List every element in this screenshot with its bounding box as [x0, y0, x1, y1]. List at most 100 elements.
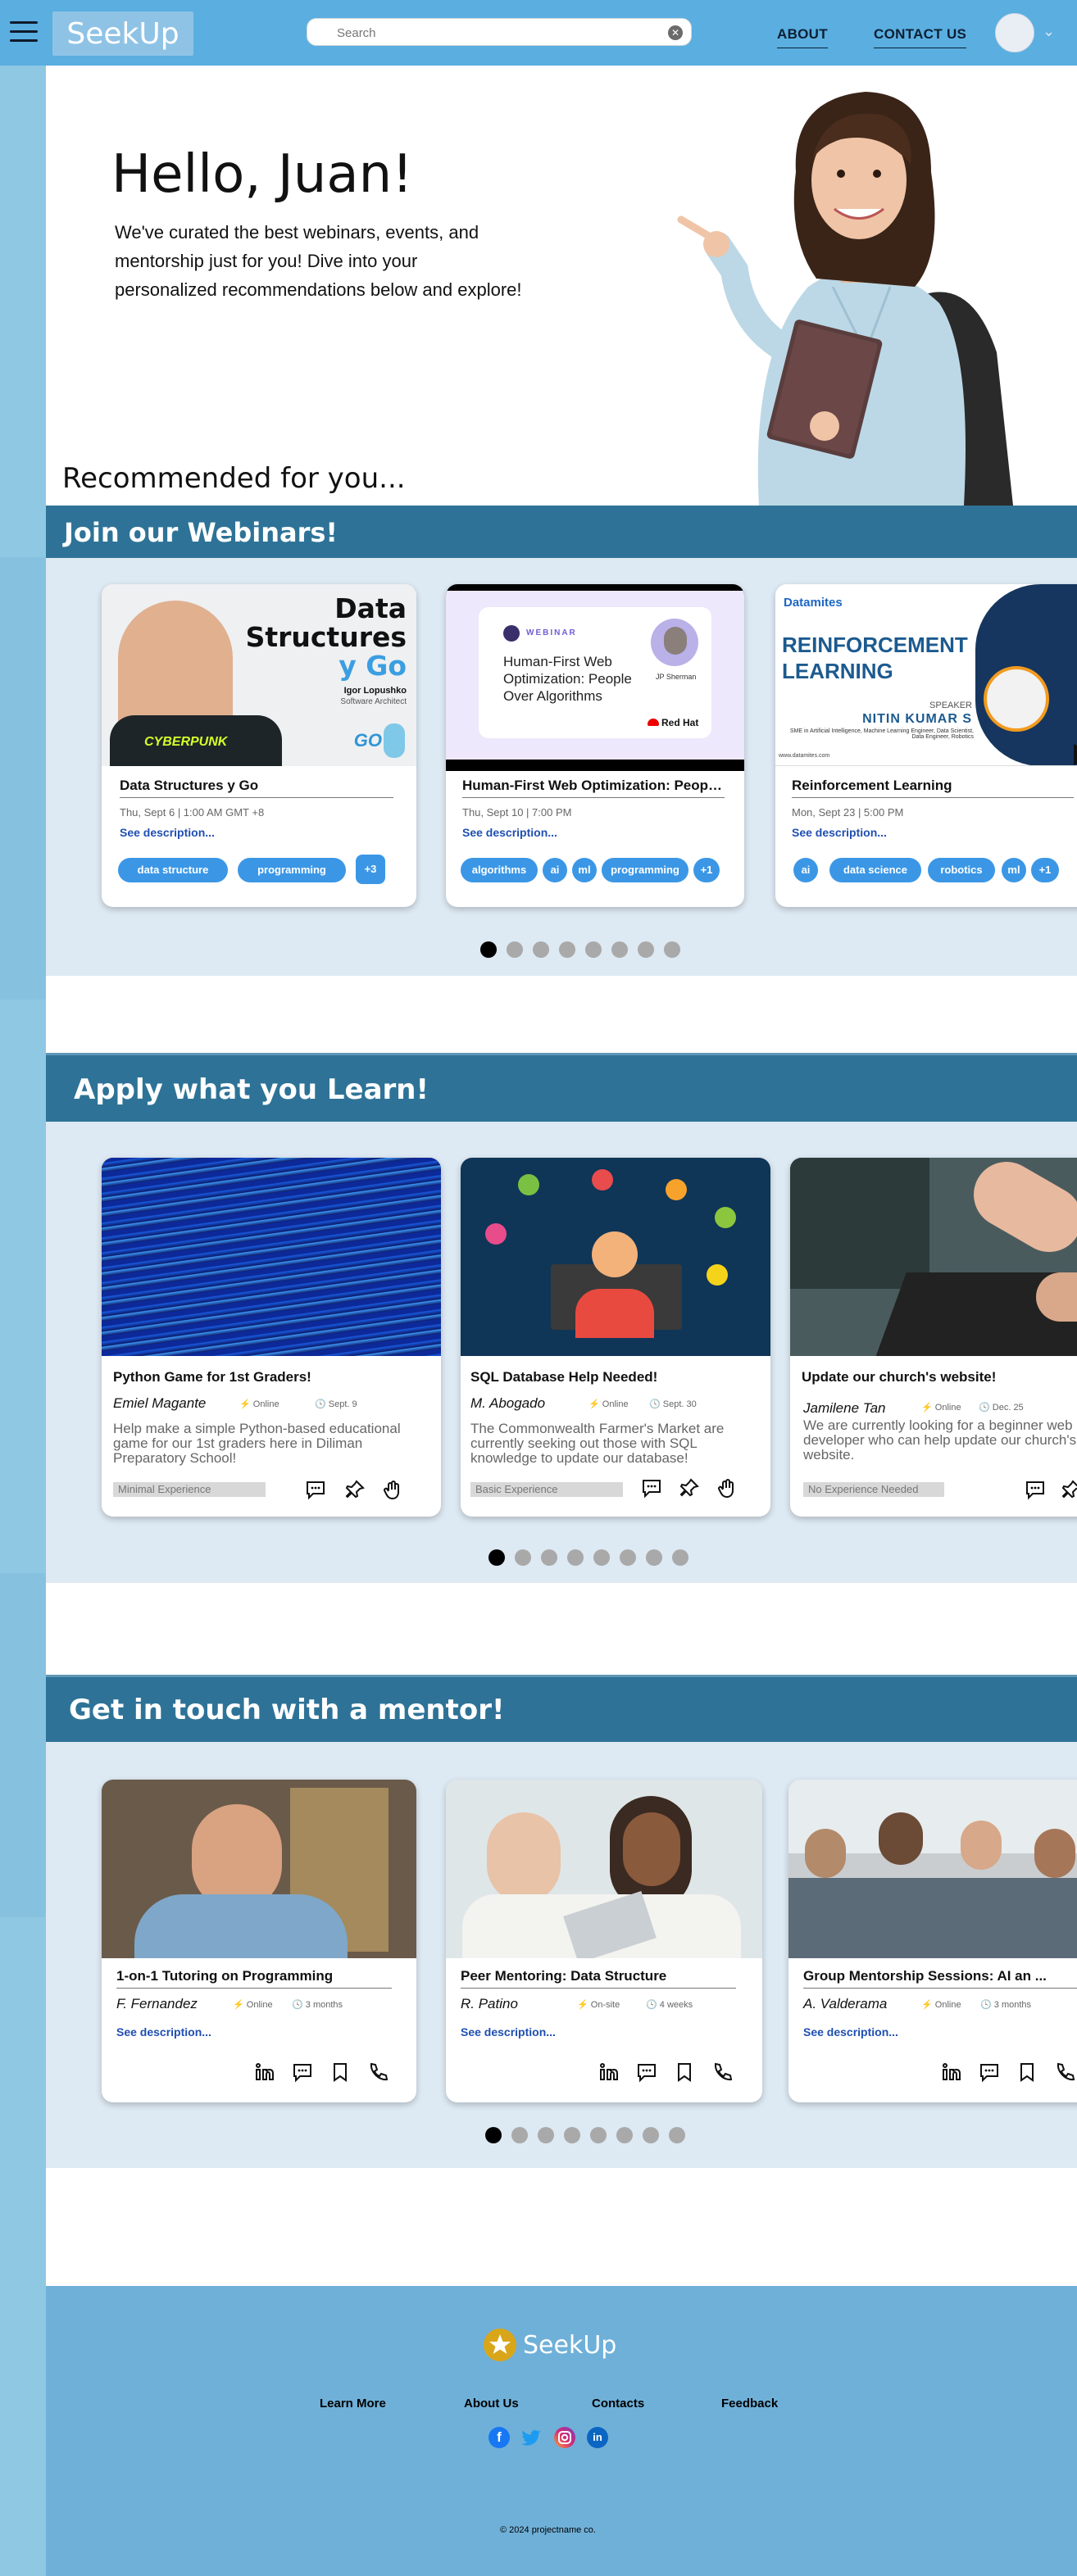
see-description-link[interactable]: See description...: [120, 826, 215, 839]
linkedin-icon[interactable]: [598, 2061, 620, 2083]
mentor-card[interactable]: Group Mentorship Sessions: AI an ... A. …: [788, 1780, 1077, 2102]
footer-link-contacts[interactable]: Contacts: [592, 2397, 644, 2410]
bookmark-icon[interactable]: [329, 2061, 351, 2083]
webinar-card[interactable]: Datamites REINFORCEMENT LEARNING SPEAKER…: [775, 584, 1077, 907]
developer-body: [575, 1289, 654, 1338]
carousel-dot[interactable]: [567, 1549, 584, 1566]
tag-chip[interactable]: programming: [602, 858, 688, 882]
see-description-link[interactable]: See description...: [116, 2025, 211, 2039]
site-logo[interactable]: SeekUp: [52, 11, 193, 56]
speaker-label: SPEAKER: [929, 701, 972, 710]
chevron-down-icon[interactable]: ⌄: [1043, 23, 1055, 40]
footer-link-learn-more[interactable]: Learn More: [320, 2397, 386, 2410]
carousel-dot[interactable]: [611, 941, 628, 958]
pin-icon[interactable]: [1061, 1479, 1077, 1500]
carousel-dot[interactable]: [511, 2127, 528, 2143]
carousel-dot[interactable]: [646, 1549, 662, 1566]
chat-icon[interactable]: [636, 2061, 657, 2083]
carousel-dot[interactable]: [485, 2127, 502, 2143]
phone-icon[interactable]: [1054, 2061, 1075, 2083]
mode-badge: ⚡ Online: [233, 2000, 273, 2010]
tag-chip[interactable]: ai: [793, 858, 818, 882]
chat-icon[interactable]: [979, 2061, 1000, 2083]
hamburger-menu-icon[interactable]: [10, 21, 38, 43]
carousel-dot[interactable]: [541, 1549, 557, 1566]
carousel-dot[interactable]: [620, 1549, 636, 1566]
clear-search-icon[interactable]: ✕: [668, 25, 683, 40]
footer-link-feedback[interactable]: Feedback: [721, 2397, 778, 2410]
carousel-dot[interactable]: [564, 2127, 580, 2143]
facebook-icon[interactable]: f: [489, 2427, 510, 2448]
tag-chip[interactable]: ml: [572, 858, 597, 882]
carousel-dot[interactable]: [616, 2127, 633, 2143]
phone-icon[interactable]: [711, 2061, 733, 2083]
see-description-link[interactable]: See description...: [803, 2025, 898, 2039]
search-bar[interactable]: ✕: [307, 18, 692, 46]
footer-logo[interactable]: SeekUp: [484, 2329, 616, 2361]
tag-chip[interactable]: programming: [238, 858, 346, 882]
webinar-card[interactable]: CYBERPUNK Data Structures y Go Igor Lopu…: [102, 584, 416, 907]
search-input[interactable]: [337, 24, 648, 42]
carousel-dot[interactable]: [669, 2127, 685, 2143]
chat-icon[interactable]: [305, 1479, 326, 1500]
carousel-dot[interactable]: [590, 2127, 607, 2143]
carousel-dot[interactable]: [515, 1549, 531, 1566]
twitter-icon[interactable]: [521, 2427, 543, 2448]
chat-icon[interactable]: [292, 2061, 313, 2083]
see-description-link[interactable]: See description...: [462, 826, 557, 839]
bookmark-icon[interactable]: [1016, 2061, 1038, 2083]
carousel-dot[interactable]: [533, 941, 549, 958]
webinar-card[interactable]: WEBINAR Human-First Web Optimization: Pe…: [446, 584, 744, 907]
carousel-dot[interactable]: [664, 941, 680, 958]
project-description: The Commonwealth Farmer's Market are cur…: [470, 1421, 725, 1466]
carousel-dot[interactable]: [507, 941, 523, 958]
carousel-dots: [480, 941, 680, 958]
webinar-logo-icon: [503, 625, 520, 642]
nav-contact-us[interactable]: CONTACT US: [874, 26, 967, 48]
tag-chip[interactable]: algorithms: [461, 858, 538, 882]
tag-chip[interactable]: ml: [1002, 858, 1026, 882]
more-tags-chip[interactable]: +3: [356, 855, 385, 884]
carousel-dot[interactable]: [638, 941, 654, 958]
mentor-title: Peer Mentoring: Data Structure: [461, 1968, 736, 1989]
carousel-dot[interactable]: [643, 2127, 659, 2143]
nav-about[interactable]: ABOUT: [777, 26, 828, 48]
see-description-link[interactable]: See description...: [461, 2025, 556, 2039]
pin-icon[interactable]: [679, 1477, 700, 1499]
pin-icon[interactable]: [344, 1479, 366, 1500]
project-card[interactable]: Update our church's website! Jamilene Ta…: [790, 1158, 1077, 1517]
user-avatar[interactable]: [995, 13, 1034, 52]
carousel-dot[interactable]: [489, 1549, 505, 1566]
carousel-dot[interactable]: [672, 1549, 688, 1566]
linkedin-icon[interactable]: [941, 2061, 962, 2083]
carousel-dot[interactable]: [480, 941, 497, 958]
tag-chip[interactable]: data science: [829, 858, 921, 882]
tag-chip[interactable]: robotics: [928, 858, 995, 882]
see-description-link[interactable]: See description...: [792, 826, 887, 839]
tag-chip[interactable]: ai: [543, 858, 567, 882]
project-card[interactable]: SQL Database Help Needed! M. Abogado ⚡ O…: [461, 1158, 770, 1517]
footer-link-about-us[interactable]: About Us: [464, 2397, 519, 2410]
raise-hand-icon[interactable]: [716, 1477, 738, 1499]
mentor-card[interactable]: 1-on-1 Tutoring on Programming F. Fernan…: [102, 1780, 416, 2102]
tag-chip[interactable]: data structure: [118, 858, 228, 882]
carousel-dot[interactable]: [585, 941, 602, 958]
carousel-next-icon[interactable]: ▶: [1074, 737, 1077, 765]
carousel-dot[interactable]: [559, 941, 575, 958]
mentor-card[interactable]: Peer Mentoring: Data Structure R. Patino…: [446, 1780, 762, 2102]
phone-icon[interactable]: [367, 2061, 389, 2083]
instagram-icon[interactable]: [554, 2427, 575, 2448]
carousel-dot[interactable]: [538, 2127, 554, 2143]
chat-icon[interactable]: [641, 1477, 662, 1499]
bookmark-icon[interactable]: [674, 2061, 695, 2083]
mentor-photo: [102, 1780, 416, 1958]
more-tags-chip[interactable]: +1: [1031, 858, 1059, 882]
more-tags-chip[interactable]: +1: [693, 858, 720, 882]
linkedin-icon[interactable]: [254, 2061, 275, 2083]
chat-icon[interactable]: [1025, 1479, 1046, 1500]
carousel-dot[interactable]: [593, 1549, 610, 1566]
raise-hand-icon[interactable]: [382, 1479, 403, 1500]
mentor-name: R. Patino: [461, 1996, 518, 2011]
linkedin-icon[interactable]: in: [587, 2427, 608, 2448]
project-card[interactable]: Python Game for 1st Graders! Emiel Magan…: [102, 1158, 441, 1517]
